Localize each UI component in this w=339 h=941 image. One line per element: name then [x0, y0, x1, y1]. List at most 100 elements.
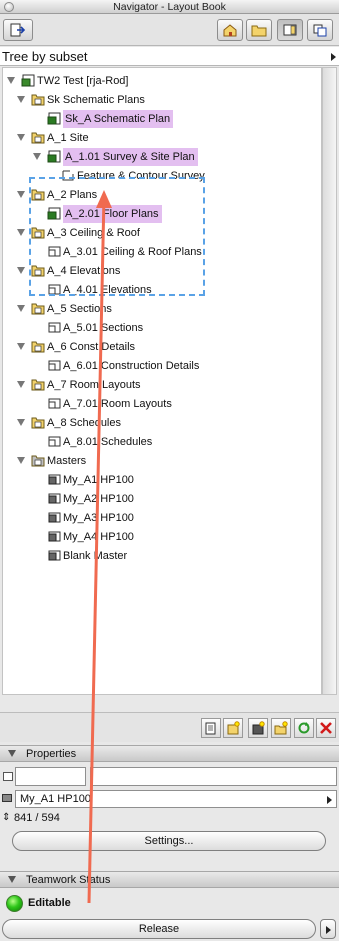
- disclosure-triangle-icon[interactable]: [17, 343, 25, 350]
- subset-folder-icon: [31, 340, 45, 353]
- chevron-right-icon: [331, 53, 336, 61]
- tree-item-label: Sk_A Schematic Plan: [63, 110, 174, 128]
- publisher-sets-button[interactable]: [307, 19, 333, 41]
- teamwork-heading: Teamwork Status: [26, 874, 111, 886]
- blank-master-icon: [47, 549, 61, 562]
- new-layout-button[interactable]: [201, 718, 221, 738]
- disclosure-triangle-icon[interactable]: [17, 96, 25, 103]
- release-options-button[interactable]: [320, 919, 336, 939]
- tree-item[interactable]: A_6 Const Details: [3, 338, 321, 356]
- tree-item-label: My_A4 HP100: [63, 531, 134, 543]
- tree-item[interactable]: TW2 Test [rja-Rod]: [3, 72, 321, 90]
- project-map-button[interactable]: [217, 19, 243, 41]
- master-icon: [47, 511, 61, 524]
- new-subset-button[interactable]: [223, 718, 243, 738]
- subset-folder-icon: [31, 378, 45, 391]
- layout-size-text: 841 / 594: [14, 812, 60, 824]
- master-icon: [47, 530, 61, 543]
- disclosure-triangle-icon[interactable]: [17, 229, 25, 236]
- size-icon: ⇕: [2, 812, 11, 823]
- teamwork-status-text: Editable: [28, 897, 71, 909]
- teamwork-section-header[interactable]: Teamwork Status: [0, 871, 339, 888]
- tree-item[interactable]: A_8.01 Schedules: [3, 433, 321, 451]
- publisher-icon: [313, 24, 327, 37]
- new-subset-icon: [227, 721, 240, 735]
- tree-item[interactable]: My_A3 HP100: [3, 509, 321, 527]
- tree-item[interactable]: Masters: [3, 452, 321, 470]
- chevron-right-icon: [326, 926, 331, 934]
- settings-button[interactable]: Settings...: [12, 831, 326, 851]
- layout-icon: [47, 397, 61, 410]
- tree-item[interactable]: My_A4 HP100: [3, 528, 321, 546]
- disclosure-triangle-icon[interactable]: [17, 134, 25, 141]
- tree-view-label: Tree by subset: [2, 49, 88, 64]
- disclosure-triangle-icon[interactable]: [7, 77, 15, 84]
- subset-folder-icon: [31, 416, 45, 429]
- disclosure-triangle-icon[interactable]: [17, 381, 25, 388]
- tree-item-label: A_6 Const Details: [47, 341, 136, 353]
- new-folder-button[interactable]: [271, 718, 291, 738]
- tree-item[interactable]: A_5.01 Sections: [3, 319, 321, 337]
- tree-item-label: Blank Master: [63, 550, 128, 562]
- tree-item-label: My_A3 HP100: [63, 512, 134, 524]
- disclosure-triangle-icon[interactable]: [17, 419, 25, 426]
- master-icon: [47, 473, 61, 486]
- tree-item-label: A_5.01 Sections: [63, 322, 144, 334]
- status-green-led-icon: [6, 895, 23, 912]
- tree-view-selector[interactable]: Tree by subset: [0, 47, 339, 66]
- tree-item[interactable]: My_A1 HP100: [3, 471, 321, 489]
- tree-item[interactable]: A_7 Room Layouts: [3, 376, 321, 394]
- tree-item-label: A_6.01 Construction Details: [63, 360, 200, 372]
- tree-item[interactable]: Blank Master: [3, 547, 321, 565]
- new-master-button[interactable]: [248, 718, 268, 738]
- layout-green-icon: [47, 150, 61, 163]
- new-master-icon: [252, 721, 265, 735]
- subset-folder-icon: [31, 131, 45, 144]
- tree-scrollbar[interactable]: [322, 67, 337, 695]
- tree-item-label: A_7 Room Layouts: [47, 379, 141, 391]
- layout-tree[interactable]: TW2 Test [rja-Rod] Sk Schematic Plans Sk_A…: [2, 67, 322, 695]
- book-icon: [21, 74, 35, 87]
- tree-item-label: A_8.01 Schedules: [63, 436, 153, 448]
- disclosure-triangle-icon[interactable]: [33, 153, 41, 160]
- tree-item[interactable]: Sk_A Schematic Plan: [3, 110, 321, 128]
- disclosure-triangle-icon[interactable]: [17, 267, 25, 274]
- gray-folder-icon: [31, 454, 45, 467]
- layout-id-field[interactable]: [15, 767, 86, 786]
- layout-green-icon: [47, 112, 61, 125]
- release-button[interactable]: Release: [2, 919, 316, 939]
- properties-section-header[interactable]: Properties: [0, 745, 339, 762]
- layout-book-button[interactable]: [277, 19, 303, 41]
- layout-id-icon: [3, 772, 13, 781]
- tree-item[interactable]: A_6.01 Construction Details: [3, 357, 321, 375]
- tree-item-label: Masters: [47, 455, 87, 467]
- tree-item[interactable]: A_1 Site: [3, 129, 321, 147]
- new-folder-icon: [274, 721, 288, 735]
- disclosure-triangle-icon: [8, 750, 16, 757]
- tree-item-label: My_A2 HP100: [63, 493, 134, 505]
- tree-item[interactable]: A_8 Schedules: [3, 414, 321, 432]
- master-layout-value: My_A1 HP100: [20, 793, 91, 805]
- navigator-menu-button[interactable]: [3, 19, 33, 41]
- tree-item[interactable]: A_1.01 Survey & Site Plan: [3, 148, 321, 166]
- disclosure-triangle-icon[interactable]: [17, 305, 25, 312]
- refresh-icon: [298, 722, 310, 734]
- tree-item[interactable]: My_A2 HP100: [3, 490, 321, 508]
- properties-heading: Properties: [26, 748, 77, 760]
- view-map-button[interactable]: [246, 19, 272, 41]
- tree-item[interactable]: A_5 Sections: [3, 300, 321, 318]
- tree-item[interactable]: Sk Schematic Plans: [3, 91, 321, 109]
- tree-item-label: A_7.01 Room Layouts: [63, 398, 172, 410]
- disclosure-triangle-icon[interactable]: [17, 457, 25, 464]
- refresh-button[interactable]: [294, 718, 314, 738]
- layout-icon: [283, 24, 297, 36]
- delete-icon: [320, 722, 332, 734]
- master-icon: [47, 492, 61, 505]
- window-title: Navigator - Layout Book: [113, 1, 226, 13]
- delete-button[interactable]: [316, 718, 336, 738]
- master-layout-select[interactable]: My_A1 HP100: [15, 790, 337, 808]
- disclosure-triangle-icon[interactable]: [17, 191, 25, 198]
- tree-item[interactable]: A_7.01 Room Layouts: [3, 395, 321, 413]
- master-icon: [2, 794, 12, 802]
- layout-name-field[interactable]: [90, 767, 337, 786]
